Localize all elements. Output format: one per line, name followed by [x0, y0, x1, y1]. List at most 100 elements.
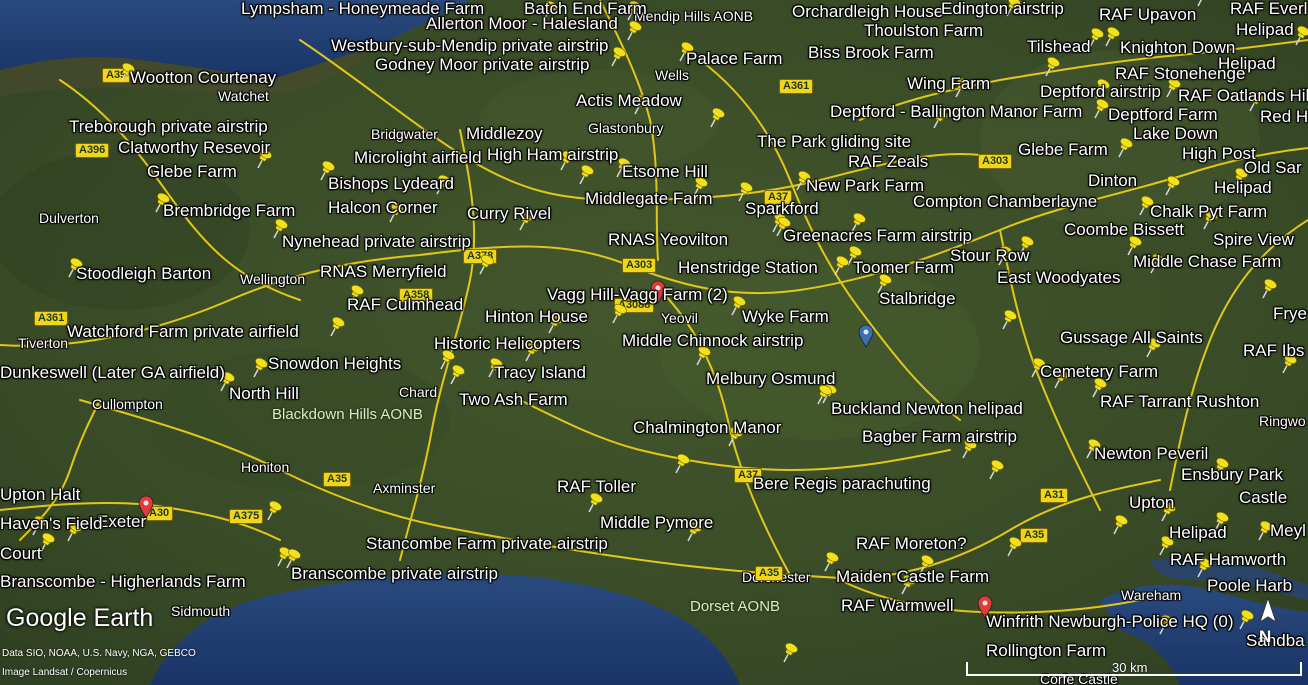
placemark-label: Maiden Castle Farm — [836, 567, 990, 586]
placemark-label: Sparkford — [745, 199, 819, 218]
placemark-label: Middlezoy — [466, 124, 543, 143]
pushpin-icon[interactable] — [829, 254, 850, 278]
placemark-label: The Park gliding site — [757, 132, 912, 151]
placemark-label: RAF Moreton? — [856, 534, 967, 553]
placemark-label: Deptford - Ballington Manor Farm — [830, 102, 1083, 121]
placemark-label: Hinton House — [485, 307, 589, 326]
pushpin-icon[interactable] — [325, 315, 346, 339]
placemark-label: Deptford airstrip — [1040, 82, 1161, 101]
location-marker-icon[interactable] — [858, 324, 874, 348]
placemark-label: RAF Everl — [1230, 0, 1308, 18]
placemark-label: Middlegate Farm — [585, 189, 713, 208]
pushpin-icon[interactable] — [248, 356, 269, 380]
placemark-label: Actis Meadow — [576, 91, 682, 110]
placemark-label: RAF Tarrant Rushton — [1100, 392, 1260, 411]
pushpin-icon[interactable] — [1108, 513, 1129, 537]
placemark-label: Wing Farm — [907, 74, 991, 93]
placemark-label: Spire View — [1213, 230, 1294, 249]
google-earth-logo: Google Earth — [6, 604, 154, 632]
placemark-label: Upton — [1129, 493, 1175, 512]
placemark-label: Ensbury Park — [1181, 465, 1284, 484]
pushpin-icon[interactable] — [606, 45, 627, 69]
placemark-label: RAF Upavon — [1099, 5, 1197, 24]
placemark-label: RAF Hamworth — [1170, 550, 1287, 569]
placemark-label: Toomer Farm — [853, 258, 955, 277]
pushpin-icon[interactable] — [1257, 277, 1278, 301]
placemark-label: Upton Halt — [0, 485, 81, 504]
placemark-label: Compton Chamberlayne — [913, 192, 1098, 211]
placemark-label: Orchardleigh House — [792, 2, 944, 21]
placemark-label: Poole Harb — [1207, 576, 1293, 595]
placemark-label: Curry Rivel — [467, 204, 552, 223]
placemark-label: Branscombe - Higherlands Farm — [0, 572, 246, 591]
placemark-label: RAF Warmwell — [841, 596, 954, 615]
placemark-label: RAF Zeals — [848, 152, 929, 171]
placemark-label: Stalbridge — [879, 289, 956, 308]
placemark-label: High Ham airstrip — [487, 145, 619, 164]
placemark-label: Brembridge Farm — [163, 201, 296, 220]
placemark-label: Newton Peveril — [1094, 444, 1209, 463]
placemark-label: RNAS Merryfield — [320, 262, 447, 281]
placemark-label: Dunkeswell (Later GA airfield) — [0, 363, 225, 382]
placemark-label: RAF Oatlands Hill — [1178, 86, 1308, 105]
placemark-label: Snowdon Heights — [268, 354, 402, 373]
pushpin-icon[interactable] — [997, 308, 1018, 332]
placemark-label: Buckland Newton helipad — [831, 399, 1023, 418]
placemark-label: RAF Ibs — [1243, 341, 1305, 360]
placemark-label: Middle Pymore — [600, 513, 714, 532]
pushpin-icon[interactable] — [1002, 535, 1023, 559]
pushpin-icon[interactable] — [1100, 25, 1121, 49]
pushpin-icon[interactable] — [670, 452, 691, 476]
pushpin-icon[interactable] — [1160, 174, 1181, 198]
placemark-label: Glebe Farm — [147, 162, 237, 181]
placemark-label: Godney Moor private airstrip — [375, 55, 590, 74]
placemark-label: Middle Chase Farm — [1133, 252, 1282, 271]
pushpin-icon[interactable] — [1040, 55, 1061, 79]
placemark-label: Microlight airfield — [354, 148, 482, 167]
placemark-label: Castle — [1239, 488, 1288, 507]
placemark-label: RAF Stonehenge — [1115, 64, 1246, 83]
placemark-label: Watchford Farm private airfield — [67, 322, 299, 341]
placemark-label: Halcon Corner — [328, 198, 438, 217]
compass-north-label: N — [1259, 627, 1272, 646]
placemark-label: Clatworthy Resevoir — [118, 138, 271, 157]
scale-label: 30 km — [1112, 660, 1148, 675]
placemark-label: East Woodyates — [997, 268, 1121, 287]
placemark-label: Stour Row — [950, 246, 1030, 265]
pushpin-icon[interactable] — [474, 253, 495, 277]
placemark-label: Coombe Bissett — [1064, 220, 1184, 239]
placemark-label: Palace Farm — [686, 49, 783, 68]
placemark-label: Bagber Farm airstrip — [862, 427, 1017, 446]
placemark-label: RAF Culmhead — [347, 295, 464, 314]
placemark-label: RAF Toller — [557, 477, 637, 496]
placemark-label: Lake Down — [1133, 124, 1219, 143]
placemark-label: Cemetery Farm — [1040, 362, 1159, 381]
placemark-label: Stoodleigh Barton — [76, 264, 212, 283]
placemark-label: Helipad — [1169, 523, 1227, 542]
pushpin-icon[interactable] — [984, 458, 1005, 482]
pushpin-icon[interactable] — [574, 163, 595, 187]
pushpin-icon[interactable] — [1113, 136, 1134, 160]
attribution-line-2: Image Landsat / Copernicus — [2, 667, 128, 678]
placemark-label: Court — [0, 544, 42, 563]
placemark-label: Westbury-sub-Mendip private airstrip — [331, 36, 609, 55]
pushpin-icon[interactable] — [705, 106, 726, 130]
placemark-label: Thoulston Farm — [864, 21, 984, 40]
pushpin-icon[interactable] — [622, 19, 643, 43]
placemark-label: Helipad — [1236, 20, 1294, 39]
placemark-label: Meyl — [1270, 521, 1306, 540]
pushpin-icon[interactable] — [262, 499, 283, 523]
pushpin-icon[interactable] — [607, 302, 628, 326]
placemark-label: Red H — [1260, 107, 1308, 126]
placemark-label: Henstridge Station — [678, 258, 818, 277]
pushpin-icon[interactable] — [445, 363, 466, 387]
placemark-label: Edington airstrip — [941, 0, 1064, 18]
placemark-label: Deptford Farm — [1108, 105, 1218, 124]
placemark-label: Branscombe private airstrip — [291, 564, 498, 583]
pushpin-icon[interactable] — [778, 641, 799, 665]
map-view[interactable]: Mendip Hills AONB Wells Watchet Bridgwater G… — [0, 0, 1308, 685]
placemark-label: Chalmington Manor — [633, 418, 782, 437]
placemark-label: Helipad — [1214, 178, 1272, 197]
placemark-label: Biss Brook Farm — [808, 43, 934, 62]
placemark-label: Tracy Island — [494, 363, 586, 382]
